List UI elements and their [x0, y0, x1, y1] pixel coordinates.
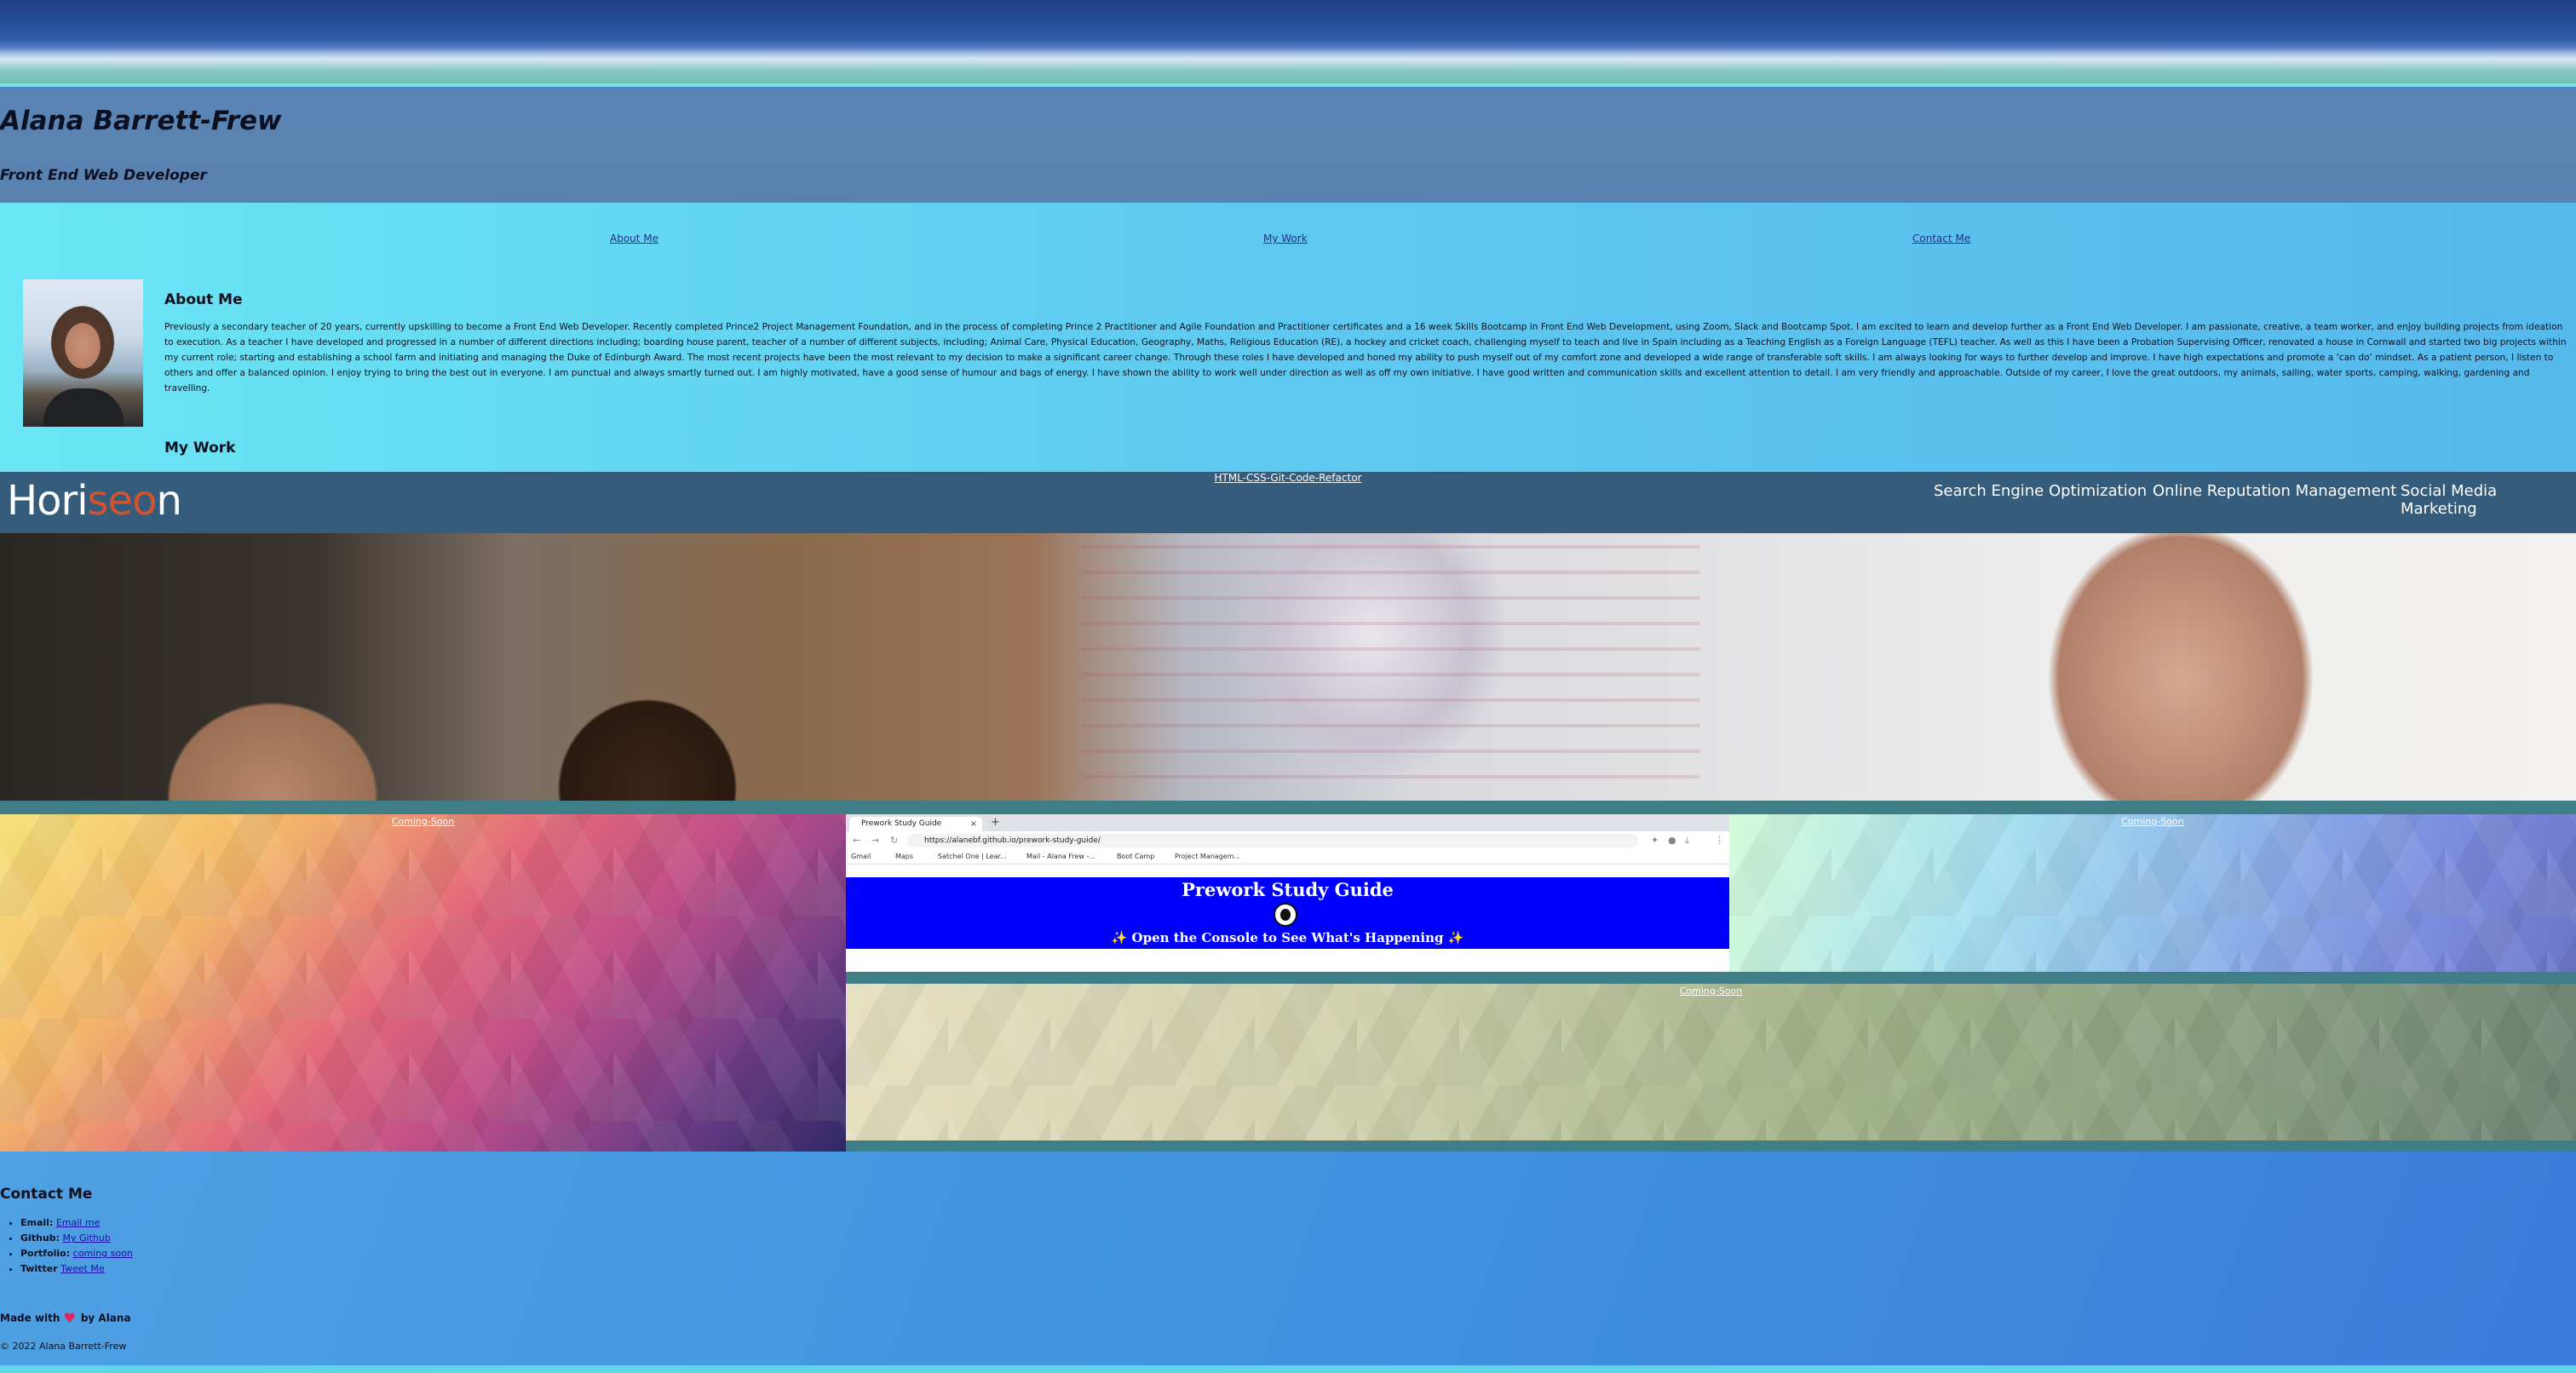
twitter-link[interactable]: Tweet Me	[60, 1263, 105, 1274]
contact-list: Email: Email me Github: My Github Portfo…	[20, 1215, 133, 1277]
github-icon	[1274, 903, 1297, 927]
menu-icon: ⋮	[1715, 835, 1724, 846]
profile-icon: ●	[1668, 835, 1676, 846]
screenshot-page-subtitle: ✨ Open the Console to See What's Happeni…	[1111, 930, 1464, 945]
project-card-1[interactable]: Coming-Soon	[0, 814, 846, 1152]
nav-work-link[interactable]: My Work	[1263, 233, 1308, 244]
horiseon-nav-reputation: Online Reputation Management	[2153, 482, 2397, 500]
portfolio-link[interactable]: coming soon	[73, 1248, 133, 1259]
horiseon-nav-seo: Search Engine Optimization	[1934, 482, 2148, 500]
contact-item-portfolio: Portfolio: coming soon	[20, 1246, 133, 1261]
project-grid: Coming-Soon Prework Study Guide × + ← → …	[0, 801, 2576, 1152]
nav-about-link[interactable]: About Me	[610, 233, 658, 244]
bookmark: Gmail	[851, 853, 871, 860]
reload-icon: ↻	[890, 835, 899, 846]
screenshot-url-bar: https://alanebf.github.io/prework-study-…	[907, 834, 1638, 847]
profile-photo	[23, 279, 143, 427]
screenshot-tab: Prework Study Guide ×	[849, 817, 982, 831]
main-section: About Me My Work Contact Me About Me Pre…	[0, 203, 2576, 472]
email-link[interactable]: Email me	[56, 1217, 101, 1228]
featured-project-card[interactable]: Horiseon HTML-CSS-Git-Code-Refactor Sear…	[0, 472, 2576, 801]
contact-item-github: Github: My Github	[20, 1231, 133, 1246]
horiseon-logo: Horiseon	[7, 477, 182, 525]
contact-item-twitter: Twitter Tweet Me	[20, 1261, 133, 1277]
about-text: Previously a secondary teacher of 20 yea…	[164, 322, 2567, 394]
heart-icon: ♥	[63, 1310, 76, 1326]
site-footer: Contact Me Email: Email me Github: My Gi…	[0, 1152, 2576, 1373]
featured-project-header: Horiseon HTML-CSS-Git-Code-Refactor Sear…	[0, 472, 2576, 533]
contact-item-email: Email: Email me	[20, 1215, 133, 1231]
project-card-link[interactable]: Coming-Soon	[1729, 816, 2576, 827]
bookmark: Satchel One | Lear...	[938, 853, 1007, 860]
bookmark: Mail - Alana Frew -...	[1026, 853, 1095, 860]
plus-icon: +	[991, 816, 1000, 829]
close-icon: ×	[969, 819, 977, 829]
screenshot-page-title: Prework Study Guide	[1182, 879, 1394, 900]
screenshot-toolbar: ← → ↻ https://alanebf.github.io/prework-…	[846, 831, 1729, 850]
project-card-link[interactable]: Coming-Soon	[846, 985, 2576, 997]
forward-arrow-icon: →	[871, 835, 880, 846]
site-role: Front End Web Developer	[0, 167, 207, 184]
site-name: Alana Barrett-Frew	[0, 106, 282, 136]
bookmark: Boot Camp	[1117, 853, 1155, 860]
screenshot-bookmarks-bar: Gmail Maps Satchel One | Lear... Mail - …	[846, 850, 1729, 865]
about-heading: About Me	[164, 291, 243, 308]
project-card-3[interactable]: Coming-Soon	[1729, 814, 2576, 972]
bookmark: Maps	[895, 853, 914, 860]
project-card-4[interactable]: Coming-Soon	[846, 984, 2576, 1140]
project-card-link[interactable]: Coming-Soon	[0, 816, 846, 827]
made-with-text: Made with ♥ by Alana	[0, 1310, 131, 1326]
github-link[interactable]: My Github	[63, 1232, 111, 1244]
back-arrow-icon: ←	[853, 835, 861, 846]
site-header: Alana Barrett-Frew Front End Web Develop…	[0, 89, 2576, 203]
download-icon: ⤓	[1685, 835, 1689, 846]
copyright: © 2022 Alana Barrett-Frew	[0, 1341, 127, 1352]
project-card-2[interactable]: Prework Study Guide × + ← → ↻ https://al…	[846, 814, 1729, 972]
extensions-icon: ✦	[1651, 835, 1659, 846]
horiseon-nav-social: Social Media Marketing	[2401, 482, 2498, 518]
contact-heading: Contact Me	[0, 1186, 93, 1203]
screenshot-page: Prework Study Guide ✨ Open the Console t…	[846, 877, 1729, 949]
featured-project-hero-image	[0, 533, 2576, 801]
sky-banner	[0, 0, 2576, 87]
work-heading: My Work	[164, 439, 236, 457]
bookmark: Project Managem...	[1175, 853, 1241, 860]
screenshot-tab-bar: Prework Study Guide × +	[846, 814, 1729, 831]
nav-contact-link[interactable]: Contact Me	[1912, 233, 1970, 244]
